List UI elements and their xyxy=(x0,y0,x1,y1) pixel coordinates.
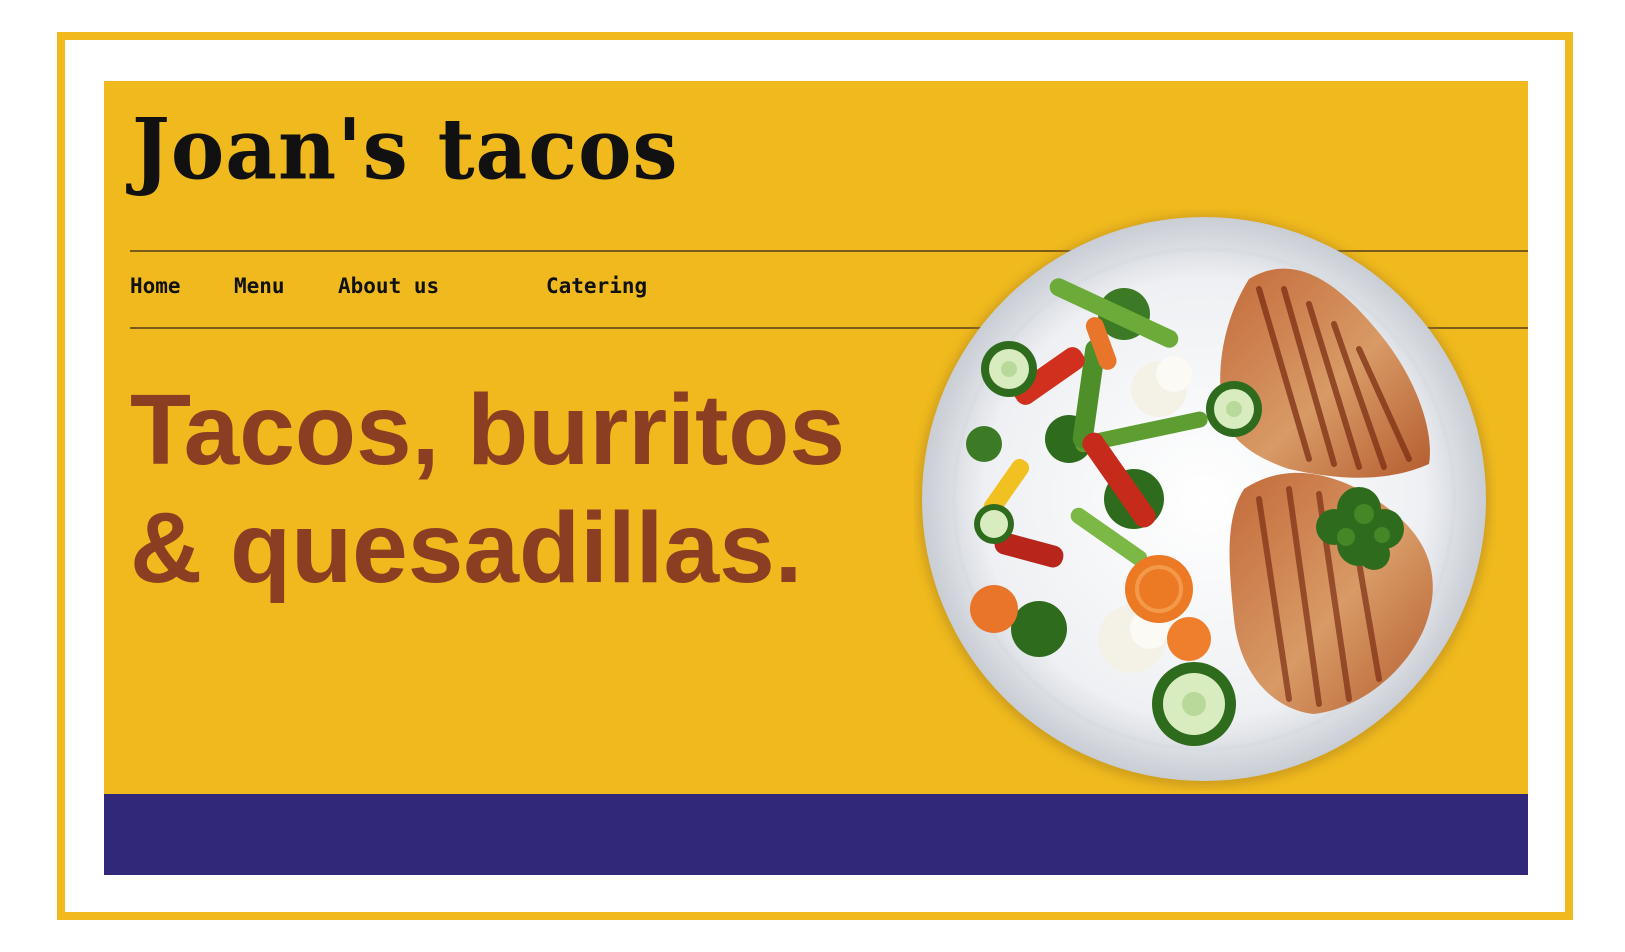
hero-headline: Tacos, burritos & quesadillas. xyxy=(130,371,890,607)
footer-bar xyxy=(104,794,1528,875)
nav-catering-link[interactable]: Catering xyxy=(546,274,647,298)
site-logo[interactable]: Joan's tacos xyxy=(132,107,679,191)
nav-menu-link[interactable]: Menu xyxy=(234,274,285,298)
nav-about-link[interactable]: About us xyxy=(338,274,439,298)
hero-food-plate-image xyxy=(914,209,1496,791)
page-container: Joan's tacos Home Menu About us Catering… xyxy=(104,81,1528,875)
hero-headline-line-1: Tacos, burritos xyxy=(130,374,845,486)
hero-headline-line-2: & quesadillas. xyxy=(130,492,803,604)
nav-home-link[interactable]: Home xyxy=(130,274,181,298)
